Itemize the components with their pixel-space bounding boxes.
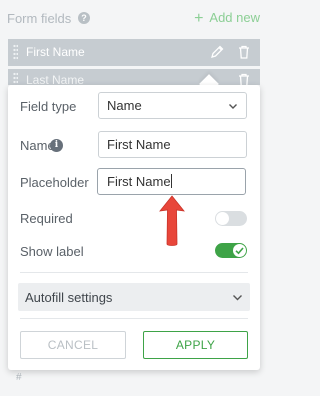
field-type-value: Name — [107, 98, 142, 113]
header-title: Form fields — [7, 11, 72, 26]
show-label-toggle[interactable] — [215, 243, 247, 258]
field-type-hash: # — [16, 372, 22, 383]
form-fields-header: Form fields ? + Add new — [0, 0, 268, 40]
field-settings-popover — [8, 85, 260, 370]
name-input[interactable]: First Name — [98, 131, 247, 158]
add-new-label: Add new — [209, 10, 260, 25]
field-type-label: Field type — [20, 99, 77, 114]
check-icon — [235, 247, 244, 255]
toggle-knob — [216, 212, 229, 225]
text-cursor — [170, 174, 172, 188]
field-row-label: First Name — [26, 45, 85, 59]
chevron-down-icon — [229, 104, 237, 109]
drag-handle-icon[interactable] — [13, 44, 18, 61]
add-new-button[interactable]: + Add new — [194, 10, 260, 28]
field-row-label: Last Name — [26, 73, 85, 85]
field-row-last-name[interactable]: Last Name — [8, 69, 260, 85]
divider — [20, 318, 248, 319]
placeholder-label: Placeholder — [20, 175, 89, 190]
required-toggle[interactable] — [215, 211, 247, 226]
trash-icon[interactable] — [236, 72, 252, 85]
show-label-label: Show label — [20, 244, 84, 259]
trash-icon[interactable] — [236, 44, 252, 60]
required-label: Required — [20, 211, 73, 226]
cancel-button[interactable]: CANCEL — [20, 331, 126, 359]
chevron-down-icon — [233, 295, 242, 301]
red-up-arrow-icon — [159, 195, 185, 246]
info-circle-icon[interactable]: i — [50, 139, 63, 152]
placeholder-value: First Name — [107, 174, 171, 189]
field-type-select[interactable]: Name — [98, 92, 247, 119]
placeholder-input[interactable]: First Name — [97, 168, 246, 195]
apply-button[interactable]: APPLY — [143, 331, 248, 359]
drag-handle-icon[interactable] — [13, 72, 18, 85]
autofill-settings-accordion[interactable]: Autofill settings — [18, 283, 250, 311]
toggle-knob — [233, 244, 246, 257]
question-circle-icon[interactable]: ? — [78, 12, 90, 24]
plus-icon: + — [194, 10, 204, 27]
autofill-label: Autofill settings — [25, 290, 113, 305]
name-value: First Name — [107, 137, 171, 152]
divider — [20, 272, 248, 273]
pencil-icon[interactable] — [209, 44, 225, 60]
field-row-first-name[interactable]: First Name — [8, 39, 260, 66]
